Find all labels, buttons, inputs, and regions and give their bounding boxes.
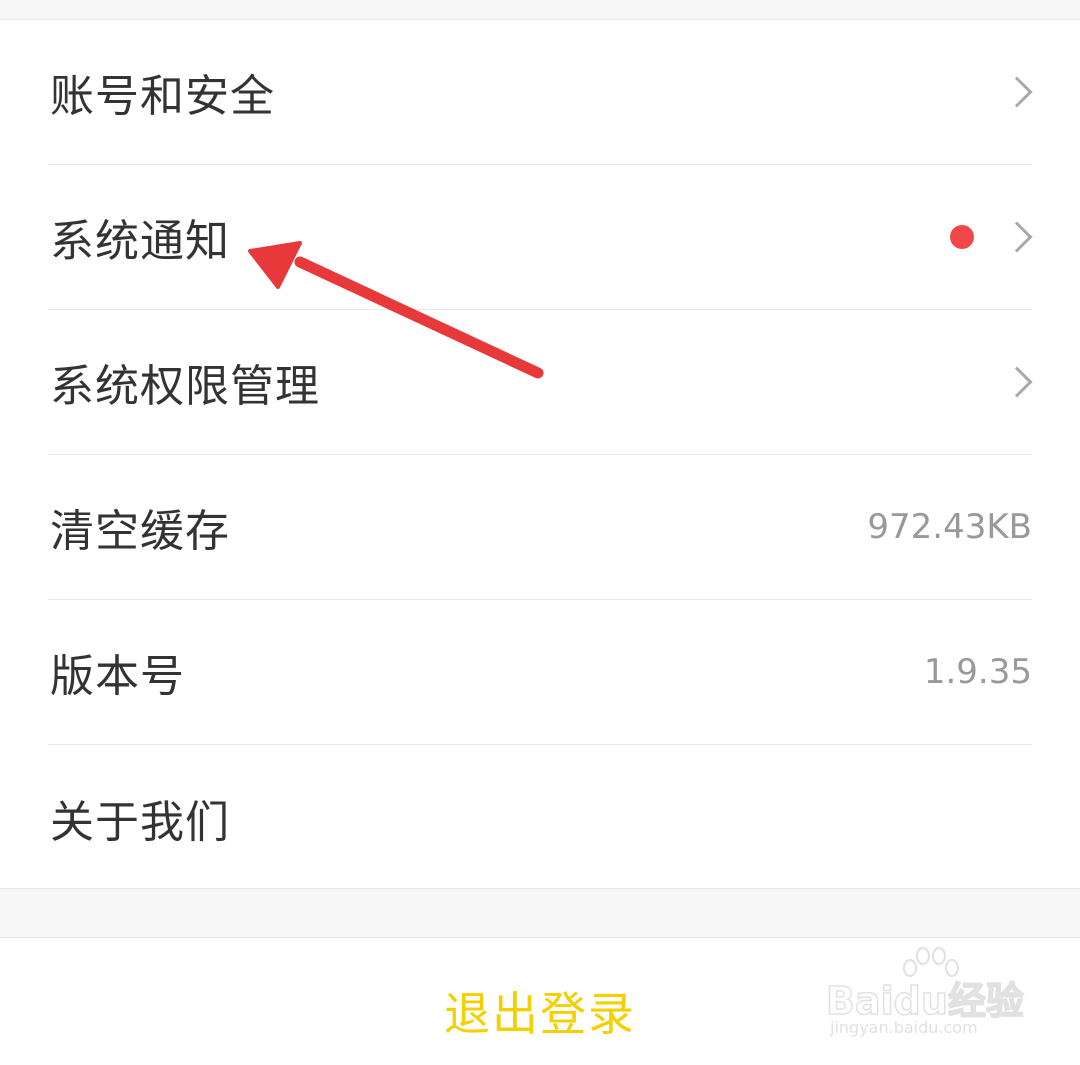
settings-item-permission-management[interactable]: 系统权限管理 <box>48 310 1033 455</box>
section-gap <box>0 889 1080 938</box>
settings-item-clear-cache[interactable]: 清空缓存 972.43KB <box>48 455 1032 600</box>
settings-item-system-notifications[interactable]: 系统通知 <box>48 165 1033 310</box>
chevron-right-icon <box>1000 360 1033 404</box>
version-value: 1.9.35 <box>923 652 1032 692</box>
settings-item-label: 清空缓存 <box>50 506 230 557</box>
logout-label: 退出登录 <box>444 988 636 1040</box>
top-strip <box>0 0 1080 20</box>
settings-list: 账号和安全 系统通知 系统权限管理 清空缓存 972.43KB 版本号 1.9.… <box>0 20 1080 889</box>
logout-bar: 退出登录 <box>0 938 1080 1065</box>
settings-item-about-us[interactable]: 关于我们 <box>48 745 1032 890</box>
cache-size-value: 972.43KB <box>867 507 1032 547</box>
chevron-right-icon <box>1000 70 1033 114</box>
settings-item-version: 版本号 1.9.35 <box>48 600 1032 745</box>
settings-item-label: 系统通知 <box>50 216 230 267</box>
settings-item-label: 版本号 <box>50 651 185 702</box>
logout-button[interactable]: 退出登录 <box>0 938 1080 1065</box>
settings-item-account-security[interactable]: 账号和安全 <box>48 20 1033 165</box>
chevron-right-icon <box>1000 215 1033 259</box>
notification-dot-icon <box>950 225 974 249</box>
settings-item-label: 系统权限管理 <box>50 361 320 412</box>
settings-item-label: 关于我们 <box>50 796 230 848</box>
settings-item-label: 账号和安全 <box>50 71 275 122</box>
